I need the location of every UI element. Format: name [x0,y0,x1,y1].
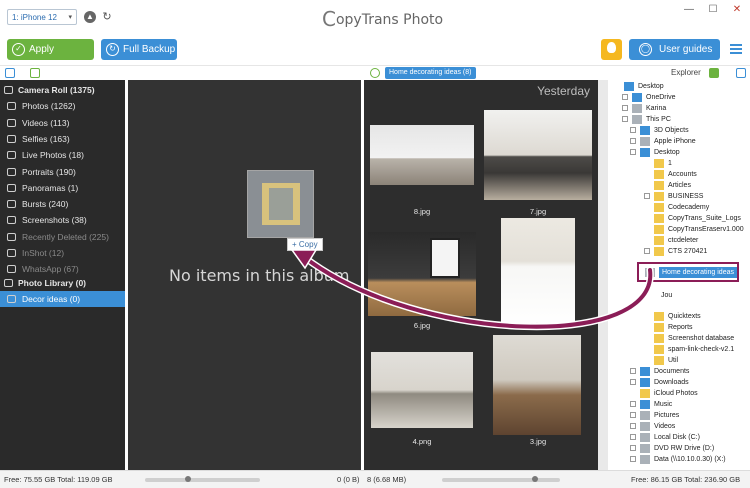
drag-arrow [290,249,654,331]
zoom-slider[interactable] [145,476,260,482]
copytrans-photo-window: 1: iPhone 12 ▾ ▲ ↻ CopyTrans Photo — ☐ ✕… [0,0,750,488]
left-storage-info: Free: 75.55 GB Total: 119.09 GB [4,475,113,484]
photos-count: 8 (6.68 MB) [367,475,407,484]
photo-zoom-slider[interactable] [442,476,560,482]
right-storage-info: Free: 86.15 GB Total: 236.90 GB [631,475,741,484]
status-bar: Free: 75.55 GB Total: 119.09 GB 0 (0 B) … [0,470,750,488]
album-count: 0 (0 B) [337,475,360,484]
